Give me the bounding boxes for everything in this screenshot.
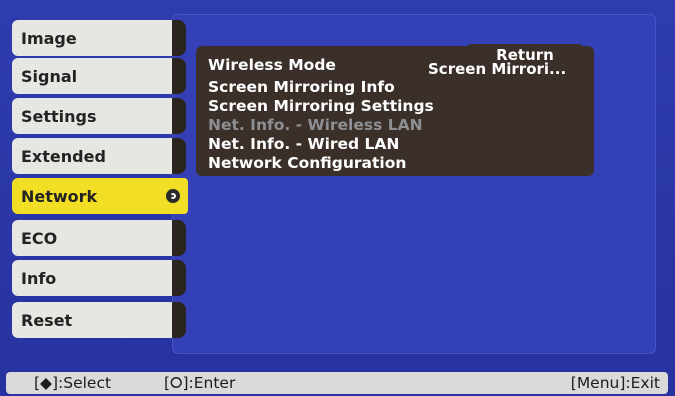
tab-label: Settings [21,106,97,126]
tab-label: Reset [21,310,73,330]
tab-notch [172,98,186,134]
tab-notch [172,302,186,338]
menu-item-screen-mirroring-info[interactable]: Screen Mirroring Info [208,78,395,96]
tab-reset[interactable]: Reset [12,302,172,338]
tab-info[interactable]: Info [12,260,172,296]
tab-label: Image [21,28,77,48]
tab-label: Signal [21,66,78,86]
status-enter-hint: [⭘]:Enter [164,374,236,392]
tab-notch [172,58,186,94]
projector-menu-screen: Image Signal Settings Extended Network E… [0,0,675,396]
tab-notch [172,138,186,174]
enter-icon [166,189,180,203]
tab-notch [172,260,186,296]
tab-settings[interactable]: Settings [12,98,172,134]
tab-extended[interactable]: Extended [12,138,172,174]
wireless-mode-value: Screen Mirrori... [428,60,567,78]
tab-network[interactable]: Network [12,178,188,214]
main-menu-tabs: Image Signal Settings Extended Network E… [0,0,190,360]
menu-item-net-info-wired-lan[interactable]: Net. Info. - Wired LAN [208,135,399,153]
menu-item-screen-mirroring-settings[interactable]: Screen Mirroring Settings [208,97,434,115]
tab-notch [172,220,186,256]
tab-label: Network [21,186,98,206]
status-exit-hint: [Menu]:Exit [570,374,660,392]
tab-image[interactable]: Image [12,20,172,56]
status-select-hint: [◆]:Select [34,374,112,392]
tab-eco[interactable]: ECO [12,220,172,256]
status-bar: [◆]:Select [⭘]:Enter [Menu]:Exit [6,372,668,394]
menu-item-net-info-wireless-lan: Net. Info. - Wireless LAN [208,116,423,134]
tab-label: ECO [21,228,58,248]
tab-signal[interactable]: Signal [12,58,172,94]
tab-label: Extended [21,146,106,166]
tab-label: Info [21,268,57,288]
tab-notch [172,20,186,56]
menu-item-wireless-mode[interactable]: Wireless Mode [208,56,336,74]
menu-item-network-configuration[interactable]: Network Configuration [208,154,406,172]
